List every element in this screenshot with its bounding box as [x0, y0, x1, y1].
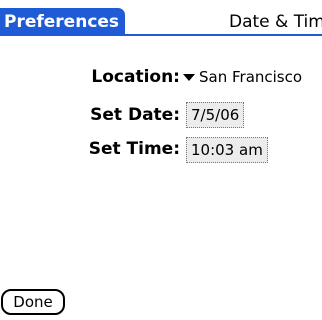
category-dropdown[interactable]: Date & Time: [229, 8, 322, 36]
title-bar: Preferences Date & Time: [0, 8, 322, 36]
set-date-label: Set Date:: [90, 105, 180, 125]
screen: Preferences Date & Time Location: San Fr…: [0, 0, 322, 320]
location-picker[interactable]: San Francisco: [199, 66, 302, 88]
title-bar-clip: Preferences Date & Time: [0, 8, 322, 36]
location-label: Location:: [91, 67, 180, 87]
date-selector[interactable]: 7/5/06: [186, 102, 245, 128]
page-title: Preferences: [0, 8, 126, 36]
title-underline: [0, 34, 322, 36]
triangle-down-icon[interactable]: [183, 74, 195, 81]
set-time-label: Set Time:: [88, 139, 180, 159]
time-selector[interactable]: 10:03 am: [186, 137, 268, 163]
done-button[interactable]: Done: [1, 289, 65, 315]
